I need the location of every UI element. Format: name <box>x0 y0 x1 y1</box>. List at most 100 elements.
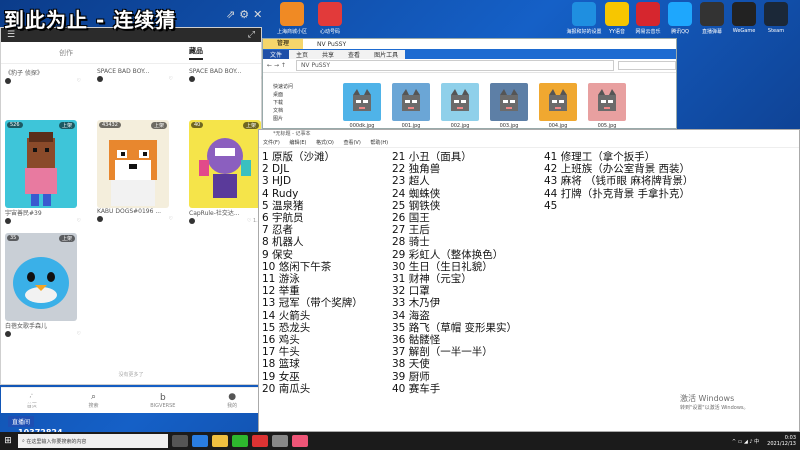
tab-create[interactable]: 创作 <box>59 48 73 58</box>
system-tray: ^ ▭ ◢ ♪ 中 0:03 2021/12/13 <box>732 432 796 450</box>
notepad-window: *无标题 - 记事本 文件(F) 编辑(E) 格式(O) 查看(V) 帮助(H)… <box>258 129 800 432</box>
nft-image[interactable]: 526 上架 <box>5 120 77 208</box>
app-icon[interactable] <box>272 435 288 447</box>
app-icon <box>732 2 756 26</box>
folder-icon[interactable] <box>212 435 228 447</box>
nav-search[interactable]: ⌕ 搜索 <box>89 392 99 409</box>
nft-title[interactable]: 《豹子 侦探》 <box>5 68 81 77</box>
notepad-title: *无标题 - 记事本 <box>273 131 311 137</box>
heart-icon[interactable]: ♡ <box>77 78 81 84</box>
file-explorer-window: 管理 NV PuSSY 文件 主页 共享 查看 图片工具 ← → ↑ NV Pu… <box>262 38 677 129</box>
close-icon[interactable]: ✕ <box>253 8 262 21</box>
app-icon <box>280 2 304 26</box>
notepad-line: 7 忍者 <box>262 224 294 237</box>
status-badge: 上架 <box>150 122 167 129</box>
app-icon[interactable] <box>292 435 308 447</box>
phone-mirror-window: ☰ ⤢ 创作 藏品 《豹子 侦探》 ♡ SPACE BAD BOY... ♡ S… <box>0 27 265 413</box>
desktop-icon[interactable]: Steam <box>754 2 798 34</box>
notepad-menu: 文件(F) 编辑(E) 格式(O) 查看(V) 帮助(H) <box>259 139 799 148</box>
expand-icon[interactable]: ⤢ <box>248 30 255 40</box>
nft-card[interactable]: 43432 上架 KABU DOGS#0196 ... ♡ <box>97 120 173 223</box>
app-icon[interactable] <box>252 435 268 447</box>
clock[interactable]: 0:03 2021/12/13 <box>767 435 796 447</box>
heart-icon[interactable]: ♡ <box>247 218 251 224</box>
taskbar-search[interactable]: ⌕ 在这里输入你要搜索的内容 <box>18 434 168 448</box>
edge-icon[interactable] <box>192 435 208 447</box>
notepad-column-3[interactable]: 41 修理工（拿个扳手） 42 上班族（办公室背景 西装） 43 麻将 （钱币眼 麻… <box>544 151 693 212</box>
nft-title: KABU DOGS#0196 ... <box>97 208 162 215</box>
ribbon-share[interactable]: 共享 <box>315 49 342 59</box>
file-list: 000dk.jpg 001.jpg 002.jpg 003.jpg 004.jpg 005… <box>343 83 637 129</box>
wechat-icon[interactable] <box>232 435 248 447</box>
notepad-line: 19 女巫 <box>262 370 300 383</box>
tray-icons[interactable]: ^ ▭ ◢ ♪ 中 <box>732 438 759 445</box>
file-item[interactable]: 003.jpg <box>490 83 528 129</box>
notepad-line: 11 游泳 <box>262 273 300 286</box>
views-badge: 43432 <box>99 122 121 128</box>
ribbon-picture-tools[interactable]: 图片工具 <box>367 49 406 59</box>
sidebar-item-pictures[interactable]: 图片 <box>273 115 293 123</box>
menu-file[interactable]: 文件(F) <box>263 140 280 146</box>
heart-icon[interactable]: ♡ <box>77 218 81 224</box>
menu-view[interactable]: 查看(V) <box>343 140 360 146</box>
file-thumbnail <box>490 83 528 121</box>
sidebar-item-desktop[interactable]: 桌面 <box>273 91 293 99</box>
avatar <box>189 218 195 224</box>
forward-icon[interactable]: → <box>274 62 279 69</box>
views-badge: 35 <box>7 235 20 241</box>
notepad-line: 17 牛头 <box>262 346 300 359</box>
notepad-line: 4 Rudy <box>262 187 299 200</box>
file-item[interactable]: 002.jpg <box>441 83 479 129</box>
file-item[interactable]: 000dk.jpg <box>343 83 381 129</box>
sidebar-item-documents[interactable]: 文档 <box>273 107 293 115</box>
nft-title: 白蓓女歌手森儿 <box>5 323 48 330</box>
file-item[interactable]: 005.jpg <box>588 83 626 129</box>
file-item[interactable]: 004.jpg <box>539 83 577 129</box>
up-icon[interactable]: ↑ <box>281 62 286 69</box>
nft-image[interactable]: 35 上架 <box>5 233 77 321</box>
activate-windows-watermark: 激活 Windows 转到"设置"以激活 Windows。 <box>680 393 749 411</box>
settings-icon[interactable]: ⚙ <box>239 8 249 21</box>
sidebar-item-downloads[interactable]: 下载 <box>273 99 293 107</box>
start-button[interactable]: ⊞ <box>0 432 16 450</box>
heart-icon[interactable]: ♡ <box>77 331 81 337</box>
desktop-icon[interactable]: 心动号码 <box>308 2 352 35</box>
ribbon-view[interactable]: 查看 <box>341 49 368 59</box>
menu-edit[interactable]: 编辑(E) <box>289 140 306 146</box>
back-icon[interactable]: ← <box>267 62 272 69</box>
nft-card[interactable]: 40 上架 CapRule-社交达... ♡ 1.1w <box>189 120 265 225</box>
nft-card[interactable]: 526 上架 宇宙善民#39 ♡ <box>5 120 81 225</box>
menu-help[interactable]: 帮助(H) <box>370 140 388 146</box>
notepad-line: 16 鸡头 <box>262 334 300 347</box>
tab-collection[interactable]: 藏品 <box>189 46 203 60</box>
app-icon <box>668 2 692 26</box>
file-item[interactable]: 001.jpg <box>392 83 430 129</box>
task-view-icon[interactable] <box>172 435 188 447</box>
notepad-line: 32 口罩 <box>392 285 430 298</box>
heart-icon[interactable]: ♡ <box>169 76 173 82</box>
nft-image[interactable]: 40 上架 <box>189 120 261 208</box>
app-icon <box>572 2 596 26</box>
nft-image[interactable]: 43432 上架 <box>97 120 169 208</box>
status-badge: 上架 <box>58 235 75 242</box>
notepad-column-1[interactable]: 1 原版（沙滩） 2 DJL 3 HJD 4 Rudy 5 温泉猪 6 宇航员 7 忍者 8 … <box>262 151 363 395</box>
sidebar-item-quick-access[interactable]: 快速访问 <box>273 83 293 91</box>
notepad-line: 31 财神（元宝） <box>392 273 472 286</box>
nav-bigverse[interactable]: b BIGVERSE <box>150 393 175 409</box>
nft-title[interactable]: SPACE BAD BOY... <box>97 68 173 75</box>
menu-format[interactable]: 格式(O) <box>316 140 334 146</box>
notepad-line: 1 原版（沙滩） <box>262 151 336 163</box>
notepad-line: 24 蜘蛛侠 <box>392 187 441 200</box>
path-field[interactable]: NV PuSSY <box>295 60 615 71</box>
nft-card[interactable]: 35 上架 白蓓女歌手森儿 ♡ <box>5 233 81 338</box>
notepad-line: 42 上班族（办公室背景 西装） <box>544 163 691 176</box>
search-input[interactable] <box>618 61 676 70</box>
nft-title: 宇宙善民#39 <box>5 210 42 217</box>
ribbon-home[interactable]: 主页 <box>289 49 316 59</box>
manage-tab[interactable]: 管理 <box>263 39 304 49</box>
heart-icon[interactable]: ♡ <box>169 216 173 222</box>
notepad-column-2[interactable]: 21 小丑（面具） 22 独角兽 23 超人 24 蜘蛛侠 25 钢铁侠 26 国王 27 … <box>392 151 517 395</box>
ribbon-file[interactable]: 文件 <box>263 49 290 59</box>
nft-title[interactable]: SPACE BAD BOY... <box>189 68 265 75</box>
nav-me[interactable]: ● 我的 <box>227 392 237 409</box>
